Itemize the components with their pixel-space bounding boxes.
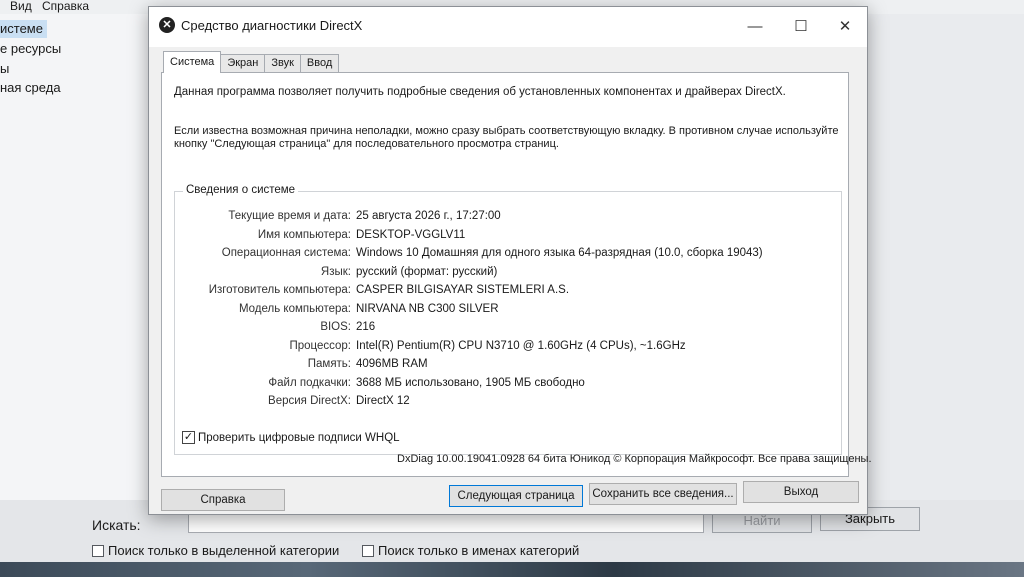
info-row-page-file: Файл подкачки: 3688 МБ использовано, 190… [175, 377, 843, 395]
info-row-directx-version: Версия DirectX: DirectX 12 [175, 395, 843, 413]
info-row-datetime: Текущие время и дата: 25 августа 2026 г.… [175, 210, 843, 228]
info-label: Память: [307, 358, 351, 370]
group-title: Сведения о системе [183, 184, 299, 196]
info-label: Имя компьютера: [257, 228, 351, 241]
tab-strip: Система Экран Звук Ввод [163, 51, 340, 73]
exit-button[interactable]: Выход [743, 481, 859, 503]
tab-system[interactable]: Система [163, 51, 222, 73]
info-value: 4096MB RAM [356, 358, 428, 370]
search-category-names-option[interactable]: Поиск только в именах категорий [362, 543, 579, 558]
save-all-info-button[interactable]: Сохранить все сведения... [589, 483, 737, 505]
info-value: DESKTOP-VGGLV11 [356, 228, 466, 241]
tree-item-hardware-resources[interactable]: е ресурсы [0, 40, 61, 58]
menu-help[interactable]: Справка [42, 0, 89, 12]
search-selected-category-option[interactable]: Поиск только в выделенной категории [92, 543, 339, 558]
menu-view[interactable]: Вид [10, 0, 32, 12]
next-page-button[interactable]: Следующая страница [449, 485, 583, 507]
category-tree: истеме е ресурсы ы ная среда [0, 14, 148, 504]
info-value: Intel(R) Pentium(R) CPU N3710 @ 1.60GHz … [356, 339, 686, 352]
info-row-computer-name: Имя компьютера: DESKTOP-VGGLV11 [175, 229, 843, 247]
whql-check-option[interactable]: ✓ Проверить цифровые подписи WHQL [182, 431, 400, 444]
search-selected-category-label: Поиск только в выделенной категории [108, 543, 340, 558]
info-row-language: Язык: русский (формат: русский) [175, 266, 843, 284]
info-value: русский (формат: русский) [356, 265, 498, 278]
info-row-processor: Процессор: Intel(R) Pentium(R) CPU N3710… [175, 340, 843, 358]
title-bar[interactable]: ✕ Средство диагностики DirectX — ☐ ✕ [149, 7, 867, 47]
tree-item-components[interactable]: ы [0, 60, 9, 78]
window-title: Средство диагностики DirectX [181, 18, 363, 33]
close-window-button[interactable]: ✕ [825, 13, 865, 41]
checkbox-checked-icon[interactable]: ✓ [182, 431, 195, 444]
tab-input[interactable]: Ввод [299, 54, 340, 73]
intro-text: Данная программа позволяет получить подр… [174, 86, 786, 98]
info-value: 216 [356, 321, 376, 333]
info-value: 25 августа 2026 г., 17:27:00 [356, 210, 501, 222]
checkbox-icon[interactable] [92, 544, 104, 557]
intro-hint-text: Если известна возможная причина неполадк… [174, 125, 839, 150]
info-label: Модель компьютера: [238, 302, 351, 315]
info-value: Windows 10 Домашняя для одного языка 64-… [356, 247, 763, 259]
tab-display[interactable]: Экран [220, 54, 266, 73]
version-footer: DxDiag 10.00.19041.0928 64 бита Юникод ©… [397, 453, 872, 465]
tab-sound[interactable]: Звук [264, 54, 301, 73]
directx-logo-icon: ✕ [159, 17, 175, 33]
minimize-button[interactable]: — [735, 13, 775, 41]
info-row-memory: Память: 4096MB RAM [175, 358, 843, 376]
find-label: Искать: [92, 517, 141, 533]
info-label: Файл подкачки: [268, 376, 351, 389]
info-label: Текущие время и дата: [228, 210, 351, 222]
info-row-manufacturer: Изготовитель компьютера: CASPER BILGISAY… [175, 284, 843, 302]
system-tab-panel: Данная программа позволяет получить подр… [161, 72, 849, 477]
tree-item-system-summary[interactable]: истеме [0, 20, 47, 38]
info-label: BIOS: [320, 321, 351, 333]
info-value: 3688 МБ использовано, 1905 МБ свободно [356, 376, 585, 389]
info-row-os: Операционная система: Windows 10 Домашня… [175, 247, 843, 265]
info-row-model: Модель компьютера: NIRVANA NB C300 SILVE… [175, 303, 843, 321]
desktop-background-strip [0, 562, 1024, 577]
checkbox-icon[interactable] [362, 544, 374, 557]
info-label: Язык: [320, 265, 351, 278]
whql-check-label: Проверить цифровые подписи WHQL [198, 431, 400, 444]
info-label: Операционная система: [221, 247, 351, 259]
info-label: Версия DirectX: [268, 395, 351, 407]
dxdiag-window: ✕ Средство диагностики DirectX — ☐ ✕ Сис… [148, 6, 872, 515]
system-info-group: Сведения о системе Текущие время и дата:… [174, 184, 843, 455]
info-value: DirectX 12 [356, 395, 410, 407]
info-label: Изготовитель компьютера: [208, 284, 351, 296]
maximize-button[interactable]: ☐ [781, 13, 821, 41]
info-value: NIRVANA NB C300 SILVER [356, 302, 499, 315]
info-row-bios: BIOS: 216 [175, 321, 843, 339]
tree-item-software-environment[interactable]: ная среда [0, 79, 61, 97]
info-value: CASPER BILGISAYAR SISTEMLERI A.S. [356, 284, 570, 296]
info-label: Процессор: [289, 339, 351, 352]
help-button[interactable]: Справка [161, 489, 285, 511]
search-category-names-label: Поиск только в именах категорий [378, 543, 580, 558]
